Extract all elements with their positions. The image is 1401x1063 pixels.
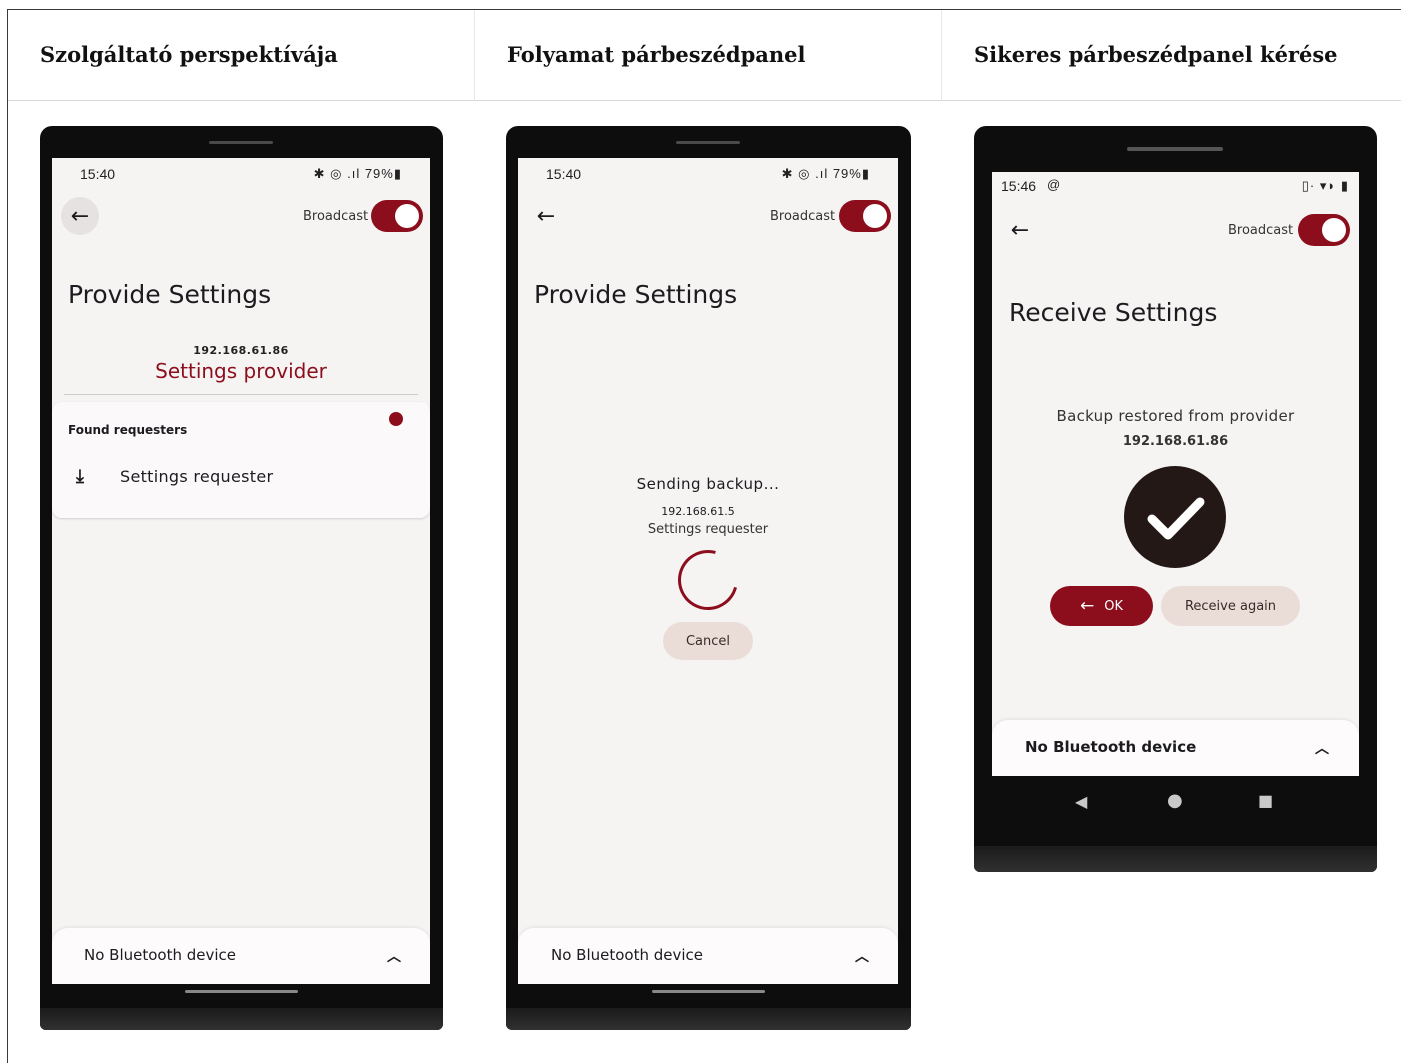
phone-bottom-bezel <box>506 1008 911 1030</box>
download-icon: ⤓ <box>76 466 84 487</box>
gesture-nav-pill[interactable] <box>652 990 765 993</box>
found-requesters-label: Found requesters <box>68 423 188 437</box>
requesters-card: Found requesters ⤓ Settings requester <box>52 402 430 518</box>
back-arrow-icon[interactable]: ← <box>1001 211 1039 249</box>
target-ip: 192.168.61.5 <box>661 505 735 518</box>
screen-success: 15:46 @ ▯· ▾◗ ▮ ← Broadcast Receive Sett… <box>992 172 1359 776</box>
screen-progress: 15:40 ✱ ◎ .ıl 79%▮ ← Broadcast Provide S… <box>518 158 898 984</box>
ok-label: OK <box>1104 598 1123 614</box>
divider <box>64 394 418 395</box>
earpiece <box>676 141 740 144</box>
nav-back-icon[interactable]: ◀ <box>1075 792 1087 811</box>
provider-name: Settings provider <box>155 359 327 383</box>
sending-text: Sending backup... <box>636 475 780 493</box>
status-time: 15:46 <box>1001 178 1037 194</box>
earpiece <box>209 141 273 144</box>
broadcast-label: Broadcast <box>770 209 836 224</box>
target-name: Settings requester <box>647 522 769 537</box>
nav-home-icon[interactable]: ● <box>1167 790 1183 811</box>
status-bar: 15:40 ✱ ◎ .ıl 79%▮ <box>52 158 430 190</box>
scanning-indicator <box>389 412 403 426</box>
column-title-progress: Folyamat párbeszédpanel <box>507 42 806 67</box>
status-bar: 15:46 @ ▯· ▾◗ ▮ <box>992 172 1359 204</box>
chevron-up-icon[interactable]: ︿ <box>1315 738 1329 758</box>
column-title-success: Sikeres párbeszédpanel kérése <box>974 42 1338 67</box>
restored-text: Backup restored from provider <box>1056 407 1295 425</box>
back-arrow-icon[interactable]: ← <box>527 197 565 235</box>
at-sign-icon: @ <box>1047 177 1061 192</box>
gesture-nav-pill[interactable] <box>185 990 298 993</box>
ok-button[interactable]: ← OK <box>1050 586 1153 626</box>
provider-ip: 192.168.61.86 <box>1122 434 1229 449</box>
receive-again-button[interactable]: Receive again <box>1161 586 1300 626</box>
column-title-provider: Szolgáltató perspektívája <box>40 42 338 67</box>
bluetooth-status: No Bluetooth device <box>84 946 237 964</box>
phone-provider: 15:40 ✱ ◎ .ıl 79%▮ ← Broadcast Provide S… <box>40 126 443 1030</box>
status-time: 15:40 <box>80 166 116 182</box>
page-title: Provide Settings <box>534 280 738 309</box>
bluetooth-status: No Bluetooth device <box>551 946 704 964</box>
bluetooth-bar[interactable]: No Bluetooth device ︿ <box>52 928 430 984</box>
phone-bottom-bezel <box>974 846 1377 872</box>
cancel-button[interactable]: Cancel <box>663 622 753 660</box>
bluetooth-bar[interactable]: No Bluetooth device ︿ <box>992 720 1359 776</box>
broadcast-toggle[interactable] <box>371 200 423 232</box>
toggle-knob <box>863 204 887 228</box>
chevron-up-icon[interactable]: ︿ <box>387 946 401 966</box>
page-title: Receive Settings <box>1009 298 1218 327</box>
toggle-knob <box>395 204 419 228</box>
broadcast-label: Broadcast <box>303 209 369 224</box>
column-separator <box>474 10 475 101</box>
phone-progress: 15:40 ✱ ◎ .ıl 79%▮ ← Broadcast Provide S… <box>506 126 911 1030</box>
broadcast-toggle[interactable] <box>1298 214 1350 246</box>
status-time: 15:40 <box>546 166 582 182</box>
status-icons: ✱ ◎ .ıl 79%▮ <box>781 166 870 181</box>
chevron-up-icon[interactable]: ︿ <box>855 946 869 966</box>
requester-list-item[interactable]: ⤓ Settings requester <box>52 458 430 498</box>
toggle-knob <box>1322 218 1346 242</box>
status-bar: 15:40 ✱ ◎ .ıl 79%▮ <box>518 158 898 190</box>
column-separator <box>941 10 942 101</box>
bluetooth-bar[interactable]: No Bluetooth device ︿ <box>518 928 898 984</box>
phone-bottom-bezel <box>40 1008 443 1030</box>
nav-recents-icon[interactable]: ■ <box>1258 791 1273 810</box>
page-title: Provide Settings <box>68 280 272 309</box>
screen-provider: 15:40 ✱ ◎ .ıl 79%▮ ← Broadcast Provide S… <box>52 158 430 984</box>
checkmark-icon <box>1147 497 1205 540</box>
broadcast-label: Broadcast <box>1228 223 1294 238</box>
back-arrow-icon[interactable]: ← <box>61 197 99 235</box>
progress-spinner <box>667 539 749 621</box>
provider-ip: 192.168.61.86 <box>193 344 289 357</box>
status-icons: ✱ ◎ .ıl 79%▮ <box>313 166 402 181</box>
phone-success: 15:46 @ ▯· ▾◗ ▮ ← Broadcast Receive Sett… <box>974 126 1377 872</box>
bluetooth-status: No Bluetooth device <box>1025 738 1197 756</box>
earpiece <box>1127 147 1223 151</box>
requester-label: Settings requester <box>120 467 274 486</box>
success-check-icon <box>1124 466 1226 568</box>
arrow-left-icon: ← <box>1079 596 1095 616</box>
status-icons: ▯· ▾◗ ▮ <box>1301 178 1349 193</box>
broadcast-toggle[interactable] <box>839 200 891 232</box>
